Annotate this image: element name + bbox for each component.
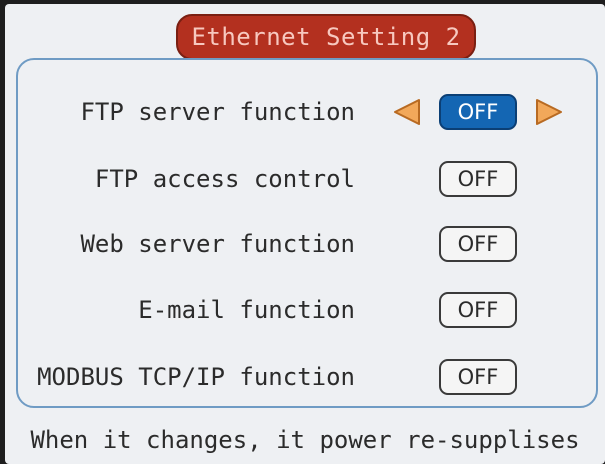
status-message: When it changes, it power re-supplises bbox=[30, 426, 580, 454]
email-toggle[interactable]: OFF bbox=[439, 292, 517, 328]
settings-panel: FTP server function OFF FTP access contr… bbox=[16, 58, 598, 408]
setting-label-ftp-access: FTP access control bbox=[94, 165, 355, 193]
modbus-toggle[interactable]: OFF bbox=[439, 359, 517, 395]
setting-row-ftp-server: FTP server function OFF bbox=[18, 92, 596, 132]
setting-label-modbus: MODBUS TCP/IP function bbox=[37, 363, 355, 391]
setting-label-web-server: Web server function bbox=[80, 230, 355, 258]
setting-row-ftp-access: FTP access control OFF bbox=[18, 159, 596, 199]
setting-row-email: E-mail function OFF bbox=[18, 290, 596, 330]
device-screen: Ethernet Setting 2 FTP server function O… bbox=[5, 4, 605, 464]
web-server-toggle[interactable]: OFF bbox=[439, 226, 517, 262]
right-triangle-arrow-icon[interactable] bbox=[534, 97, 564, 127]
setting-row-modbus: MODBUS TCP/IP function OFF bbox=[18, 357, 596, 397]
setting-label-ftp-server: FTP server function bbox=[80, 98, 355, 126]
setting-label-email: E-mail function bbox=[138, 296, 355, 324]
page-title: Ethernet Setting 2 bbox=[176, 14, 476, 60]
ftp-server-toggle[interactable]: OFF bbox=[439, 94, 517, 130]
setting-row-web-server: Web server function OFF bbox=[18, 224, 596, 264]
ftp-access-toggle[interactable]: OFF bbox=[439, 161, 517, 197]
left-triangle-arrow-icon[interactable] bbox=[392, 97, 422, 127]
